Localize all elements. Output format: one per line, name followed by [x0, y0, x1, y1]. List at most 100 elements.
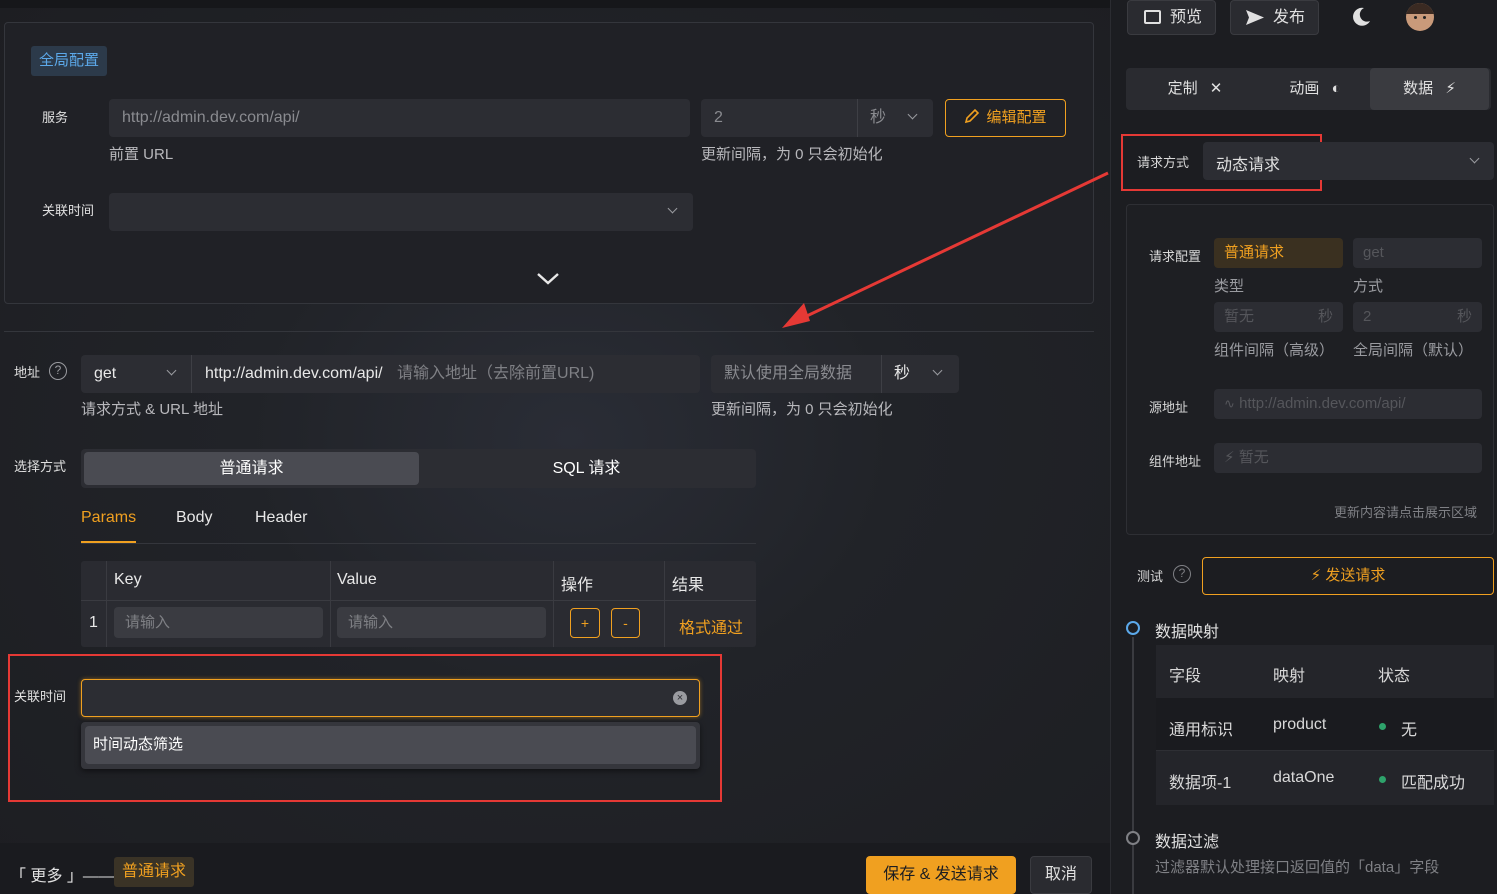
method-sublabel: 方式 [1353, 278, 1384, 295]
tab-header[interactable]: Header [255, 509, 307, 527]
dropdown-option-time-filter[interactable]: 时间动态筛选 [85, 726, 696, 764]
mode-sql-request[interactable]: SQL 请求 [419, 452, 754, 485]
global-interval-sublabel: 更新间隔，为 0 只会初始化 [701, 146, 883, 163]
result-status: 格式通过 [679, 620, 744, 637]
publish-label: 发布 [1273, 9, 1306, 26]
preview-label: 预览 [1170, 9, 1203, 26]
help-icon[interactable]: ? [1173, 565, 1191, 583]
lightning-icon: ⚡ [1310, 567, 1322, 584]
type-select[interactable]: 普通请求 [1214, 238, 1343, 268]
tab-params[interactable]: Params [81, 509, 136, 527]
global-interval-input[interactable]: 2 秒 [701, 99, 933, 137]
request-interval-unit: 秒 [894, 365, 911, 382]
remove-row-button[interactable]: - [611, 608, 640, 638]
url-input[interactable]: http://admin.dev.com/api/ 请输入地址（去除前置URL) [192, 355, 700, 393]
test-label: 测试 [1137, 569, 1164, 584]
status-dot [1379, 723, 1386, 730]
global-config-tag: 全局配置 [31, 46, 108, 76]
global-interval-value: 2 [714, 109, 723, 126]
save-send-button[interactable]: 保存 & 发送请求 [866, 856, 1016, 894]
global-interval-field-value: 2 [1363, 308, 1372, 325]
path-placeholder: 请输入地址（去除前置URL) [397, 365, 595, 382]
expand-chevron-icon[interactable] [535, 270, 561, 288]
pulse-icon: ∿ [1224, 396, 1235, 411]
preview-button[interactable]: 预览 [1127, 0, 1216, 35]
row-index: 1 [89, 614, 98, 631]
more-label: 「 更多 」—— [10, 868, 115, 885]
global-related-time-select[interactable] [109, 193, 693, 231]
annotation-arrow [782, 171, 1109, 328]
mapping-header-map: 映射 [1273, 668, 1306, 685]
publish-button[interactable]: 发布 [1230, 0, 1319, 35]
chevron-down-icon [166, 365, 177, 376]
address-label: 地址 [14, 362, 40, 381]
source-address-value: http://admin.dev.com/api/ [1239, 395, 1406, 412]
key-input[interactable]: 请输入 [114, 607, 323, 638]
data-filter-title: 数据过滤 [1155, 834, 1220, 851]
monitor-icon [1144, 10, 1161, 24]
mode-normal-request[interactable]: 普通请求 [84, 452, 419, 485]
mapping-map: dataOne [1273, 769, 1335, 786]
send-icon [1246, 10, 1264, 25]
tab-customize[interactable]: 定制 ✕ [1140, 68, 1250, 110]
th-result: 结果 [672, 577, 705, 594]
chevron-down-icon [932, 365, 943, 376]
component-address-value: 暂无 [1238, 449, 1269, 466]
tab-body[interactable]: Body [176, 509, 212, 527]
timeline-line [1132, 637, 1134, 894]
request-interval-sublabel: 更新间隔，为 0 只会初始化 [711, 401, 893, 418]
th-action: 操作 [561, 577, 594, 594]
mapping-header-status: 状态 [1378, 668, 1411, 685]
add-row-button[interactable]: + [570, 608, 600, 638]
related-time-dropdown: 时间动态筛选 [81, 722, 700, 769]
data-filter-desc: 过滤器默认处理接口返回值的「data」字段 [1155, 859, 1440, 876]
col-divider [553, 561, 554, 647]
leaf-icon: ◐ [1331, 80, 1341, 97]
method-select[interactable]: get [81, 355, 191, 393]
request-method-value: 动态请求 [1216, 157, 1281, 174]
avatar[interactable] [1406, 3, 1434, 31]
component-address-label: 组件地址 [1149, 454, 1202, 469]
mapping-status: 无 [1401, 722, 1418, 739]
tab-data[interactable]: 数据 ⚡ [1370, 68, 1489, 110]
clear-icon[interactable]: × [673, 691, 687, 705]
cancel-button[interactable]: 取消 [1030, 856, 1092, 894]
source-address-label: 源地址 [1149, 400, 1189, 415]
mapping-field: 通用标识 [1169, 722, 1234, 739]
component-interval-input[interactable]: 暂无 秒 [1214, 302, 1343, 332]
row-divider [1156, 750, 1494, 751]
global-interval-field-sublabel: 全局间隔（默认） [1353, 342, 1474, 359]
tab-customize-label: 定制 [1167, 80, 1198, 97]
request-method-select[interactable]: 动态请求 [1203, 142, 1494, 180]
mapping-map: product [1273, 716, 1327, 733]
send-request-button[interactable]: ⚡ 发送请求 [1202, 557, 1494, 595]
lightning-icon: ⚡ [1445, 80, 1456, 97]
lightning-icon: ⚡ [1224, 449, 1235, 466]
chevron-down-icon [1469, 153, 1480, 164]
timeline-dot-active [1126, 621, 1140, 635]
tab-animation[interactable]: 动画 ◐ [1260, 68, 1370, 110]
request-interval-divider [881, 355, 882, 393]
moon-icon[interactable] [1350, 6, 1372, 28]
avatar-eye [1423, 16, 1426, 19]
value-input[interactable]: 请输入 [337, 607, 546, 638]
col-divider [106, 561, 107, 647]
component-interval-sublabel: 组件间隔（高级） [1214, 342, 1335, 359]
edit-config-button[interactable]: 编辑配置 [945, 99, 1066, 137]
type-sublabel: 类型 [1214, 278, 1245, 295]
global-interval-field-unit: 秒 [1456, 308, 1472, 325]
method-field[interactable]: get [1353, 238, 1482, 268]
chevron-down-icon [907, 109, 918, 120]
mapping-header-field: 字段 [1169, 668, 1202, 685]
request-interval-input[interactable]: 默认使用全局数据 秒 [711, 355, 959, 393]
top-strip [0, 0, 1110, 8]
service-url-input[interactable]: http://admin.dev.com/api/ [109, 99, 690, 137]
source-address-field: ∿ http://admin.dev.com/api/ [1214, 389, 1482, 419]
component-interval-value: 暂无 [1224, 308, 1255, 325]
global-interval-divider [857, 99, 858, 137]
tools-icon: ✕ [1209, 80, 1223, 97]
help-icon[interactable]: ? [49, 362, 67, 380]
method-value: get [94, 365, 117, 382]
global-interval-field[interactable]: 2 秒 [1353, 302, 1482, 332]
related-time-select[interactable]: × [81, 679, 700, 717]
